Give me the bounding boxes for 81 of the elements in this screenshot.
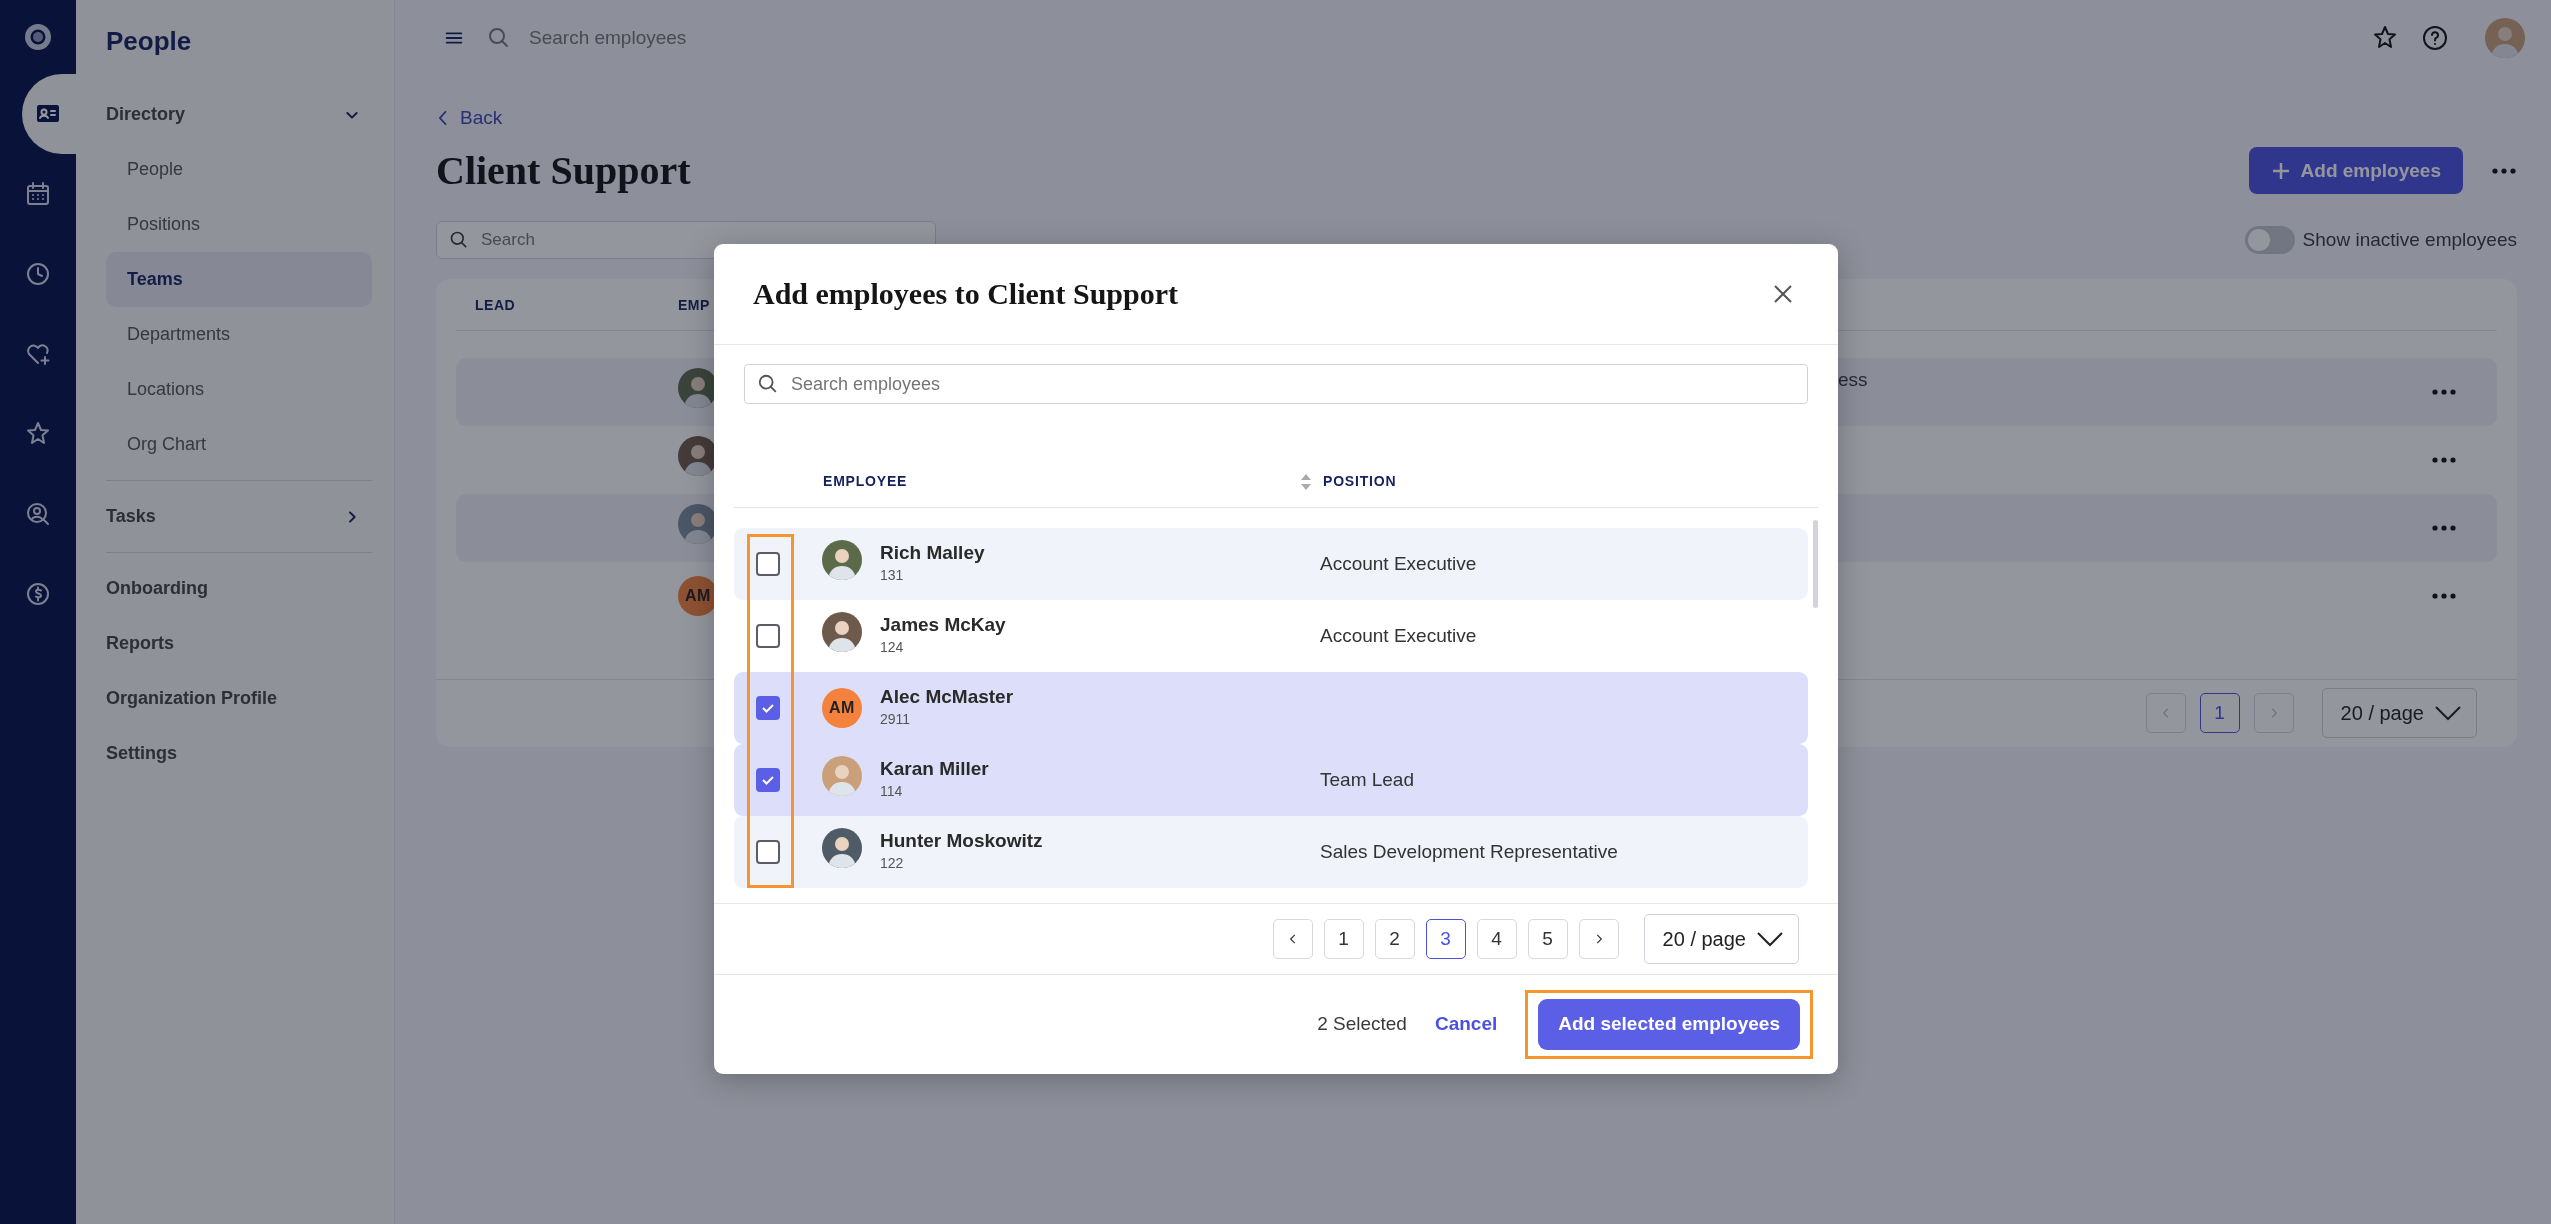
- checkbox[interactable]: [756, 696, 780, 720]
- position-cell: Account Executive: [1320, 552, 1477, 574]
- employee-name: Alec McMaster: [880, 686, 1015, 709]
- nav-item[interactable]: Departments: [106, 307, 372, 362]
- search-field[interactable]: Search employees: [744, 364, 1808, 404]
- more-icon[interactable]: [2491, 166, 2517, 175]
- column-header: EMPLOYEE: [823, 472, 908, 491]
- employee-number: 131: [880, 565, 905, 585]
- column-header: LEAD: [475, 295, 517, 315]
- page-button[interactable]: 1: [1323, 919, 1364, 959]
- user-search-icon[interactable]: [24, 500, 52, 528]
- logo-icon: [22, 21, 54, 53]
- scrollbar[interactable]: [1813, 520, 1818, 608]
- page-button[interactable]: 3: [1425, 919, 1466, 959]
- avatar-icon: [822, 828, 862, 869]
- more-icon[interactable]: [2431, 387, 2457, 396]
- toggle-label: Show inactive employees: [2302, 227, 2517, 252]
- back-link[interactable]: Back: [436, 104, 503, 133]
- search-input[interactable]: Search: [479, 226, 923, 254]
- nav-group[interactable]: Tasks: [106, 489, 372, 544]
- page-button[interactable]: 1: [2199, 693, 2240, 734]
- cancel-link[interactable]: Cancel: [1434, 1010, 1498, 1039]
- nav-item[interactable]: Positions: [106, 197, 372, 252]
- page-size-select[interactable]: 20 / page: [2321, 688, 2477, 739]
- position-cell: Team Lead: [1320, 768, 1414, 790]
- plus-icon: [2270, 160, 2291, 181]
- dollar-circle-icon[interactable]: [24, 580, 52, 608]
- avatar-icon: [822, 756, 862, 797]
- page-button[interactable]: 4: [1476, 919, 1517, 959]
- employee-number: 2911: [880, 709, 912, 729]
- search-icon: [757, 373, 779, 395]
- checkbox[interactable]: [756, 552, 780, 576]
- page-size-select[interactable]: 20 / page: [1643, 914, 1799, 964]
- nav-item[interactable]: Organization Profile: [106, 671, 372, 726]
- nav-group[interactable]: Directory: [106, 87, 372, 142]
- nav-item[interactable]: Settings: [106, 726, 372, 781]
- nav-item[interactable]: People: [106, 142, 372, 197]
- search-icon: [449, 229, 469, 250]
- calendar-icon[interactable]: [24, 180, 52, 208]
- checkbox[interactable]: [756, 768, 780, 792]
- more-icon[interactable]: [2431, 523, 2457, 532]
- employee-number: 122: [880, 853, 905, 873]
- help-icon[interactable]: [2421, 24, 2449, 52]
- dialog-title: Add employees to Client Support: [753, 276, 1179, 312]
- submit-button[interactable]: Add selected employees: [1538, 999, 1800, 1050]
- page-button[interactable]: 5: [1527, 919, 1568, 959]
- nav-item[interactable]: Onboarding: [106, 561, 372, 616]
- add-button[interactable]: Add employees: [2248, 147, 2463, 195]
- page-title: Client Support: [436, 146, 691, 195]
- avatar-initials: AM: [822, 688, 862, 728]
- checkbox[interactable]: [756, 840, 780, 864]
- employee-number: 124: [880, 637, 905, 657]
- employee-name: Hunter Moskowitz: [880, 830, 1044, 853]
- section-title: People: [106, 25, 192, 58]
- chevron-down-icon: [2434, 704, 2462, 723]
- nav-item[interactable]: Reports: [106, 616, 372, 671]
- nav-item[interactable]: Teams: [106, 252, 372, 307]
- avatar-icon: [822, 540, 862, 581]
- search-icon: [487, 26, 511, 50]
- employee-name: Rich Malley: [880, 542, 986, 565]
- clock-icon[interactable]: [24, 260, 52, 288]
- page-button[interactable]: 2: [1374, 919, 1415, 959]
- selected-count: 2 Selected: [1317, 1012, 1407, 1037]
- position-cell: Account Executive: [1320, 624, 1477, 646]
- more-icon[interactable]: [2431, 591, 2457, 600]
- toggle-switch[interactable]: [2244, 225, 2295, 254]
- close-icon: [1772, 283, 1794, 305]
- column-header: POSITION: [1323, 473, 1397, 489]
- checkbox[interactable]: [756, 624, 780, 648]
- avatar-icon: [822, 612, 862, 653]
- employee-number: 114: [880, 781, 904, 801]
- position-cell: Sales Development Representative: [1320, 840, 1618, 862]
- chevron-down-icon: [1756, 930, 1784, 948]
- search-field[interactable]: Search employees: [527, 22, 1127, 54]
- table-cell: ess: [1838, 368, 1868, 390]
- employee-name: James McKay: [880, 614, 1007, 637]
- employee-name: Karan Miller: [880, 758, 990, 781]
- nav-item[interactable]: Org Chart: [106, 417, 372, 472]
- column-header: EMP: [678, 295, 710, 315]
- nav-item[interactable]: Locations: [106, 362, 372, 417]
- more-icon[interactable]: [2431, 455, 2457, 464]
